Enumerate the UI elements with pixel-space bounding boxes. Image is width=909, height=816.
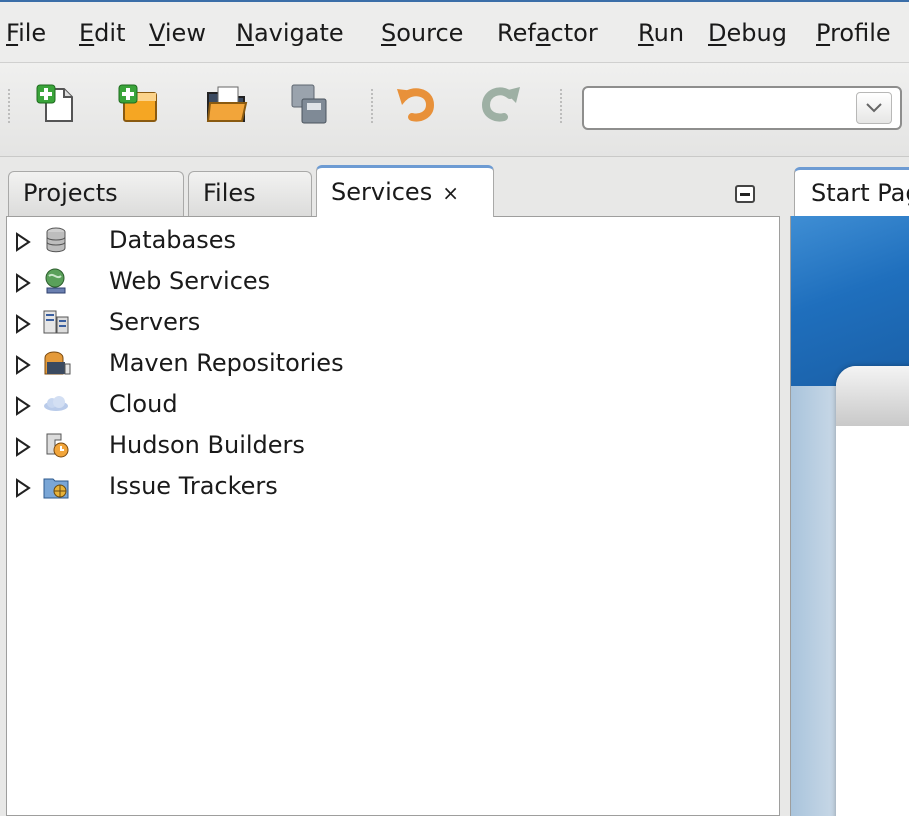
menu-profile[interactable]: Profile bbox=[816, 20, 891, 46]
menu-navigate[interactable]: Navigate bbox=[236, 20, 344, 46]
tree-node-label: Databases bbox=[109, 226, 237, 254]
services-panel: Projects Files Services × Databases Web … bbox=[0, 157, 780, 816]
tab-services[interactable]: Services × bbox=[316, 165, 494, 217]
open-project-icon[interactable] bbox=[204, 81, 250, 127]
tree-node-servers[interactable]: Servers bbox=[7, 303, 767, 343]
database-icon bbox=[46, 227, 66, 253]
menu-debug[interactable]: Debug bbox=[708, 20, 787, 46]
tree-node-label: Web Services bbox=[109, 267, 271, 295]
expand-arrow-icon[interactable] bbox=[15, 232, 31, 252]
maven-icon bbox=[44, 351, 71, 375]
tree-node-databases[interactable]: Databases bbox=[7, 221, 767, 261]
toolbar-separator bbox=[560, 89, 562, 125]
services-tree: Databases Web Services Servers Maven Rep… bbox=[6, 216, 780, 816]
tree-node-issue-trackers[interactable]: Issue Trackers bbox=[7, 467, 767, 507]
menu-source[interactable]: Source bbox=[381, 20, 463, 46]
tree-node-label: Hudson Builders bbox=[109, 431, 305, 459]
menu-view[interactable]: View bbox=[149, 20, 206, 46]
expand-arrow-icon[interactable] bbox=[15, 314, 31, 334]
tree-node-web-services[interactable]: Web Services bbox=[7, 262, 767, 302]
tab-projects[interactable]: Projects bbox=[8, 171, 184, 216]
toolbar-grip[interactable] bbox=[8, 89, 10, 125]
start-page-banner bbox=[791, 216, 909, 386]
editor-area: Start Page bbox=[780, 157, 909, 816]
expand-arrow-icon[interactable] bbox=[15, 396, 31, 416]
close-icon[interactable]: × bbox=[442, 181, 459, 205]
configuration-combo[interactable] bbox=[582, 86, 902, 130]
menu-file[interactable]: File bbox=[6, 20, 46, 46]
new-project-icon[interactable] bbox=[116, 81, 162, 127]
hudson-icon bbox=[46, 433, 69, 458]
issue-tracker-icon bbox=[43, 478, 69, 499]
save-all-icon[interactable] bbox=[286, 81, 332, 127]
tree-node-label: Issue Trackers bbox=[109, 472, 278, 500]
tab-start-page[interactable]: Start Page bbox=[794, 167, 909, 217]
new-file-icon[interactable] bbox=[34, 81, 80, 127]
tree-node-maven-repositories[interactable]: Maven Repositories bbox=[7, 344, 767, 384]
web-services-icon bbox=[45, 268, 66, 294]
menu-bar: File Edit View Navigate Source Refactor … bbox=[0, 0, 909, 62]
toolbar-separator bbox=[371, 89, 373, 125]
expand-arrow-icon[interactable] bbox=[15, 273, 31, 293]
expand-arrow-icon[interactable] bbox=[15, 437, 31, 457]
start-page-content bbox=[790, 216, 909, 816]
tree-node-label: Maven Repositories bbox=[109, 349, 344, 377]
cloud-icon bbox=[44, 396, 68, 411]
tree-node-label: Servers bbox=[109, 308, 201, 336]
tree-node-hudson-builders[interactable]: Hudson Builders bbox=[7, 426, 767, 466]
menu-edit[interactable]: Edit bbox=[79, 20, 125, 46]
tab-files[interactable]: Files bbox=[188, 171, 312, 216]
panel-tabbar: Projects Files Services × bbox=[0, 157, 780, 217]
tab-label: Files bbox=[203, 179, 256, 207]
minimize-panel-button[interactable] bbox=[735, 185, 755, 203]
combo-dropdown-button[interactable] bbox=[856, 92, 892, 124]
tab-label: Projects bbox=[23, 179, 118, 207]
menu-refactor[interactable]: Refactor bbox=[497, 20, 598, 46]
tree-node-cloud[interactable]: Cloud bbox=[7, 385, 767, 425]
tab-label: Start Page bbox=[811, 179, 909, 207]
tab-label: Services bbox=[331, 178, 433, 206]
redo-icon[interactable] bbox=[478, 81, 524, 127]
start-page-card bbox=[836, 366, 909, 816]
chevron-down-icon bbox=[866, 103, 882, 113]
expand-arrow-icon[interactable] bbox=[15, 355, 31, 375]
undo-icon[interactable] bbox=[394, 81, 440, 127]
menu-run[interactable]: Run bbox=[638, 20, 684, 46]
main-toolbar bbox=[0, 62, 909, 157]
start-page-card-header bbox=[836, 366, 909, 426]
servers-icon bbox=[43, 310, 69, 334]
tree-node-label: Cloud bbox=[109, 390, 178, 418]
expand-arrow-icon[interactable] bbox=[15, 478, 31, 498]
